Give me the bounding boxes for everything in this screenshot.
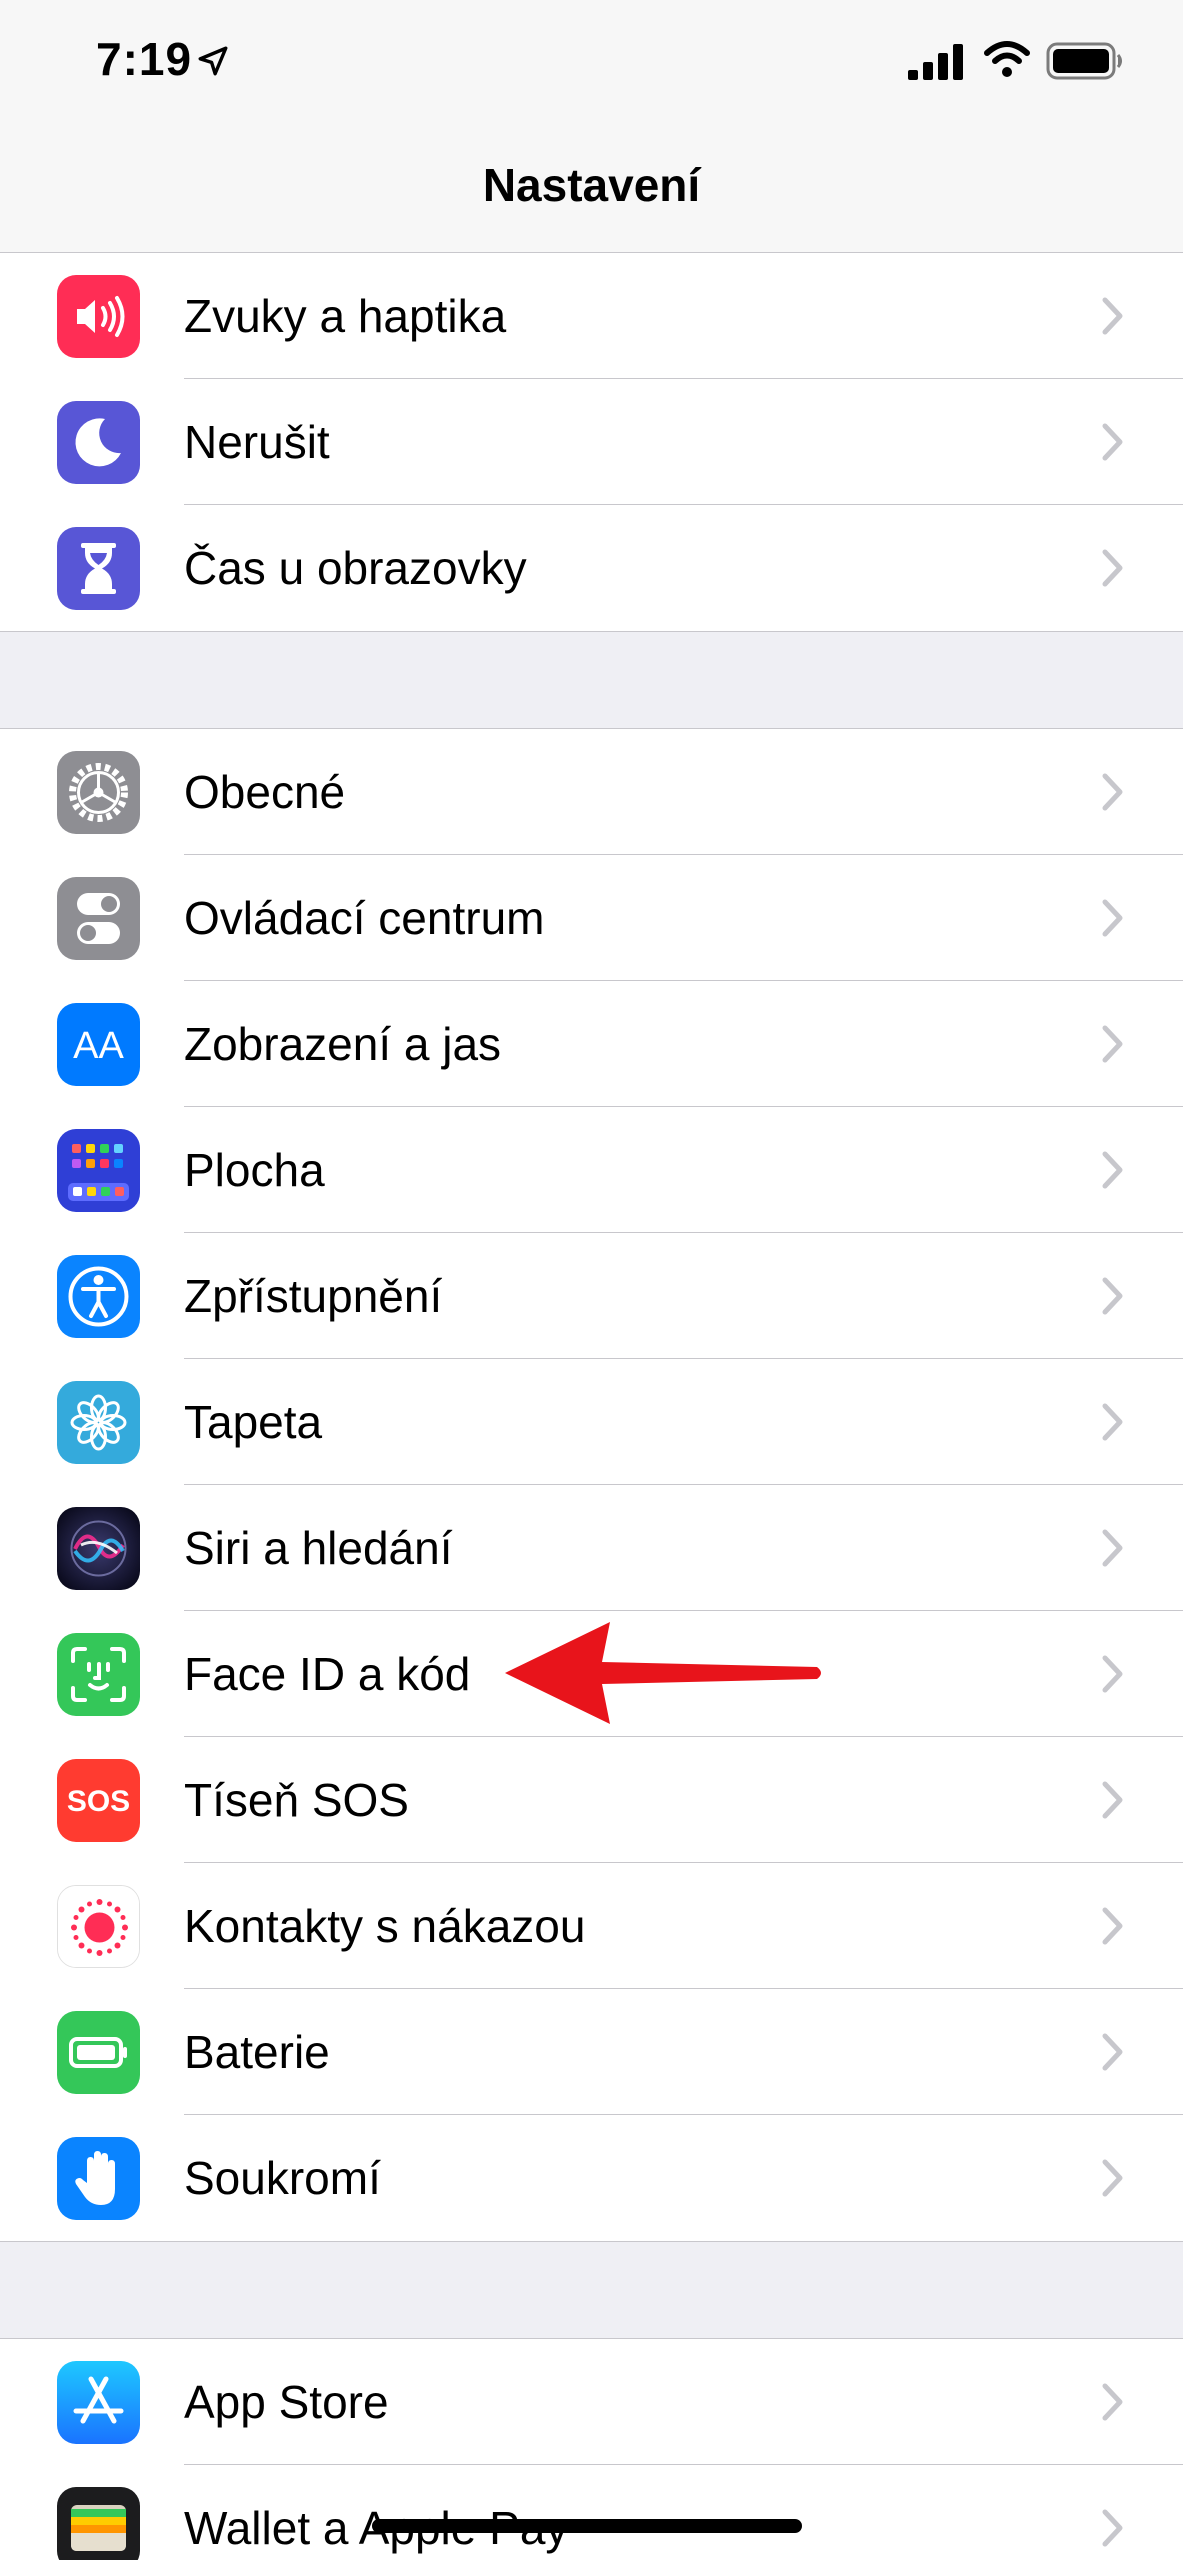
settings-row-do-not-disturb[interactable]: Nerušit [0, 379, 1183, 505]
cellular-signal-icon [908, 44, 963, 80]
settings-row-home-screen[interactable]: Plocha [0, 1107, 1183, 1233]
settings-row-label: Plocha [184, 1144, 325, 1196]
settings-group-1: Zvuky a haptika Nerušit Čas u obrazovky [0, 252, 1183, 632]
settings-group-2: Obecné Ovládací centrum AA Zobrazení a j… [0, 728, 1183, 2242]
chevron-right-icon [1102, 2159, 1123, 2197]
settings-screen: 7:19 Nastavení Zvuky a haptika Nerušit Č… [0, 0, 1183, 2560]
chevron-right-icon [1102, 1025, 1123, 1063]
settings-row-control-center[interactable]: Ovládací centrum [0, 855, 1183, 981]
chevron-right-icon [1102, 1655, 1123, 1693]
page-title: Nastavení [482, 159, 701, 211]
location-arrow-icon [198, 46, 228, 76]
wallet-icon [57, 2487, 140, 2560]
gear-icon [57, 751, 140, 834]
chevron-right-icon [1102, 899, 1123, 937]
home-screen-grid-icon [57, 1129, 140, 1212]
settings-row-battery[interactable]: Baterie [0, 1989, 1183, 2115]
settings-row-label: Zobrazení a jas [184, 1018, 502, 1070]
text-size-icon: AA [57, 1003, 140, 1086]
sos-icon: SOS [57, 1759, 140, 1842]
chevron-right-icon [1102, 297, 1123, 335]
home-indicator[interactable] [372, 2519, 802, 2533]
settings-row-display[interactable]: AA Zobrazení a jas [0, 981, 1183, 1107]
settings-row-accessibility[interactable]: Zpřístupnění [0, 1233, 1183, 1359]
settings-row-label: Ovládací centrum [184, 892, 545, 944]
settings-row-screen-time[interactable]: Čas u obrazovky [0, 505, 1183, 631]
toggles-icon [57, 877, 140, 960]
settings-row-label: Face ID a kód [184, 1648, 471, 1700]
chevron-right-icon [1102, 2383, 1123, 2421]
settings-row-label: Zpřístupnění [184, 1270, 443, 1322]
chevron-right-icon [1102, 1277, 1123, 1315]
moon-icon [57, 401, 140, 484]
hourglass-icon [57, 527, 140, 610]
chevron-right-icon [1102, 2509, 1123, 2547]
sounds-icon [57, 275, 140, 358]
chevron-right-icon [1102, 773, 1123, 811]
accessibility-icon [57, 1255, 140, 1338]
settings-row-sounds[interactable]: Zvuky a haptika [0, 253, 1183, 379]
settings-row-privacy[interactable]: Soukromí [0, 2115, 1183, 2241]
exposure-notification-icon [57, 1885, 140, 1968]
battery-icon [57, 2011, 140, 2094]
settings-row-label: Nerušit [184, 416, 330, 468]
text-size-glyph: AA [73, 1025, 124, 1067]
settings-row-label: Kontakty s nákazou [184, 1900, 586, 1952]
settings-row-label: Soukromí [184, 2152, 381, 2204]
settings-row-label: Čas u obrazovky [184, 542, 527, 594]
settings-row-label: Tapeta [184, 1396, 323, 1448]
settings-row-label: Zvuky a haptika [184, 290, 507, 342]
status-time: 7:19 [96, 33, 193, 85]
sos-glyph: SOS [67, 1785, 130, 1818]
hand-icon [57, 2137, 140, 2220]
chevron-right-icon [1102, 1781, 1123, 1819]
settings-row-label: Wallet a Apple Pay [184, 2502, 568, 2554]
chevron-right-icon [1102, 2033, 1123, 2071]
chevron-right-icon [1102, 1403, 1123, 1441]
settings-row-label: Obecné [184, 766, 346, 818]
settings-row-app-store[interactable]: App Store [0, 2339, 1183, 2465]
settings-row-exposure-notifications[interactable]: Kontakty s nákazou [0, 1863, 1183, 1989]
settings-row-siri[interactable]: Siri a hledání [0, 1485, 1183, 1611]
face-id-icon [57, 1633, 140, 1716]
settings-row-label: App Store [184, 2376, 389, 2428]
chevron-right-icon [1102, 1529, 1123, 1567]
chevron-right-icon [1102, 549, 1123, 587]
battery-icon [1046, 42, 1122, 80]
flower-icon [57, 1381, 140, 1464]
navigation-bar: 7:19 Nastavení [0, 0, 1183, 254]
settings-row-label: Tíseň SOS [184, 1774, 409, 1826]
settings-row-general[interactable]: Obecné [0, 729, 1183, 855]
wifi-icon [984, 41, 1030, 77]
settings-row-wallpaper[interactable]: Tapeta [0, 1359, 1183, 1485]
chevron-right-icon [1102, 423, 1123, 461]
app-store-icon [57, 2361, 140, 2444]
chevron-right-icon [1102, 1151, 1123, 1189]
settings-row-label: Siri a hledání [184, 1522, 453, 1574]
red-arrow-icon [505, 1622, 821, 1724]
siri-icon [57, 1507, 140, 1590]
settings-row-label: Baterie [184, 2026, 330, 2078]
settings-row-emergency-sos[interactable]: SOS Tíseň SOS [0, 1737, 1183, 1863]
chevron-right-icon [1102, 1907, 1123, 1945]
settings-row-wallet[interactable]: Wallet a Apple Pay [0, 2465, 1183, 2560]
